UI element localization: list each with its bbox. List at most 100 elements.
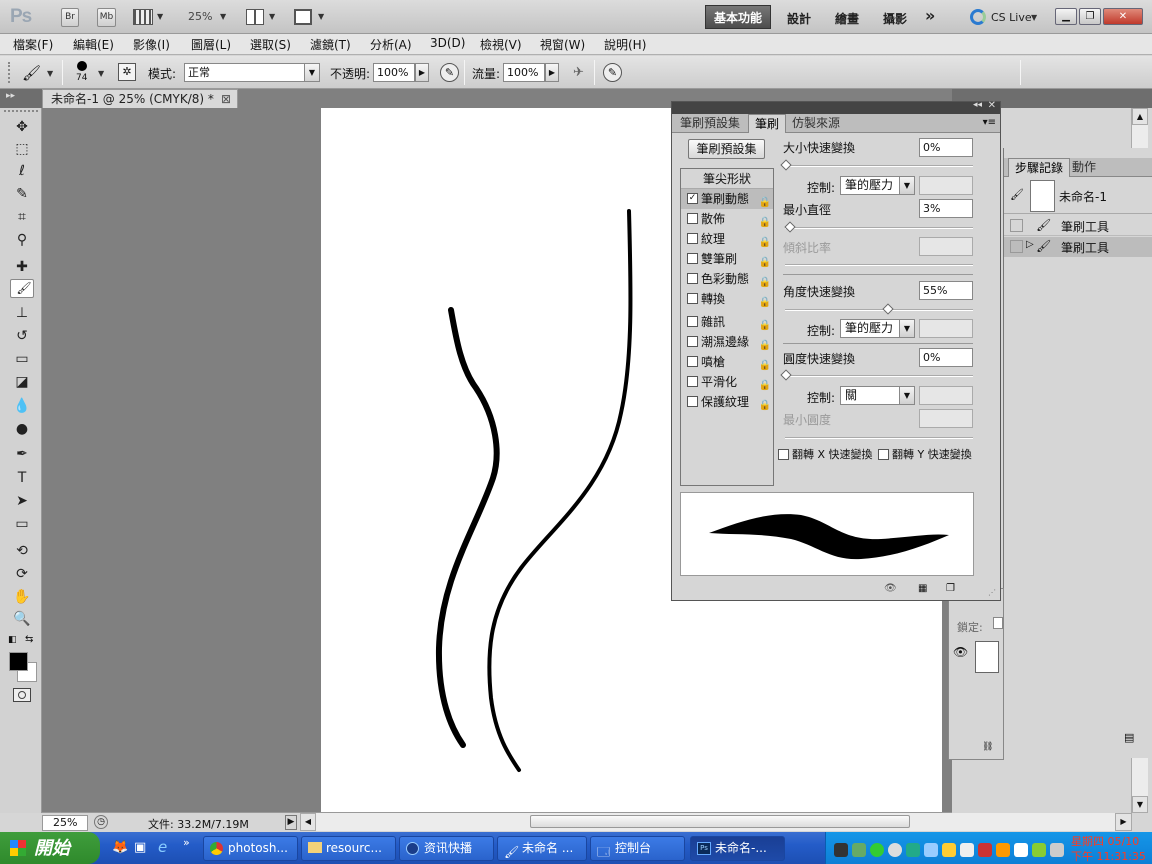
brush-tip-shape-item[interactable]: 筆尖形狀 xyxy=(681,169,773,189)
history-snapshot-row[interactable]: 🖌 未命名-1 xyxy=(1004,178,1152,214)
delete-state-icon[interactable]: ▤ xyxy=(1124,731,1134,744)
pen-tool-icon[interactable]: ✒ xyxy=(10,443,34,465)
eyedropper-tool-icon[interactable]: ⚲ xyxy=(10,229,34,251)
horizontal-scrollbar[interactable]: ◀ ▶ xyxy=(300,813,1132,831)
tab-brush[interactable]: 筆刷 xyxy=(748,114,787,133)
scroll-down-button[interactable]: ▼ xyxy=(1132,796,1148,813)
tray-app-icon[interactable] xyxy=(906,843,920,857)
menu-help[interactable]: 說明(H) xyxy=(604,36,646,53)
option-airbrush[interactable]: 噴槍 🔒 xyxy=(681,352,773,372)
panel-menu-icon[interactable]: ▾≡ xyxy=(983,117,996,128)
taskbar-item[interactable]: 🗔 控制台 xyxy=(590,836,685,861)
blur-tool-icon[interactable]: 💧 xyxy=(10,395,34,417)
swap-colors-icon[interactable]: ⇆ xyxy=(25,634,33,645)
menu-select[interactable]: 選取(S) xyxy=(250,36,291,53)
tray-app-icon[interactable] xyxy=(1032,843,1046,857)
roundness-jitter-slider[interactable] xyxy=(785,375,973,377)
tray-app-icon[interactable] xyxy=(870,843,884,857)
3d-orbit-tool-icon[interactable]: ⟳ xyxy=(10,563,34,585)
option-protect-texture[interactable]: 保護紋理 🔒 xyxy=(681,392,773,412)
history-brush-tool-icon[interactable]: ↺ xyxy=(10,325,34,347)
size-control-select[interactable]: 筆的壓力 ▼ xyxy=(840,176,915,195)
menu-file[interactable]: 檔案(F) xyxy=(13,36,53,53)
workspace-painting-button[interactable]: 繪畫 xyxy=(835,10,859,27)
brush-picker-dropdown-icon[interactable]: ▼ xyxy=(98,69,104,78)
hand-tool-icon[interactable]: ✋ xyxy=(10,586,34,608)
smoothing-checkbox[interactable] xyxy=(687,376,698,387)
brush-panel-toggle-icon[interactable]: ✲ xyxy=(118,63,136,81)
color-dynamics-checkbox[interactable] xyxy=(687,273,698,284)
history-item-current[interactable]: ▷ 🖌 筆刷工具 xyxy=(1004,237,1152,257)
history-state-slider-icon[interactable]: ▷ xyxy=(1026,239,1034,250)
flip-x-jitter[interactable]: 翻轉 X 快速變換 xyxy=(778,446,873,462)
taskbar-item-active[interactable]: Ps 未命名-... xyxy=(690,836,785,861)
resize-grip-icon[interactable]: ⋰ xyxy=(988,588,996,597)
create-new-brush-icon[interactable]: ❐ xyxy=(946,583,955,594)
tool-preset-dropdown-icon[interactable]: ▼ xyxy=(47,69,53,78)
texture-checkbox[interactable] xyxy=(687,233,698,244)
brush-panel-titlebar[interactable]: ◂◂ ✕ xyxy=(672,100,1000,114)
scroll-up-button[interactable]: ▲ xyxy=(1132,108,1148,125)
taskbar-item[interactable]: 🖌 未命名 ... xyxy=(497,836,587,861)
workspace-photography-button[interactable]: 攝影 xyxy=(883,10,907,27)
opacity-slider-button[interactable]: ▶ xyxy=(415,63,429,82)
flip-x-checkbox[interactable] xyxy=(778,448,789,460)
shape-dynamics-checkbox[interactable]: ✓ xyxy=(687,193,698,204)
menu-layer[interactable]: 圖層(L) xyxy=(191,36,231,53)
min-diameter-slider-thumb[interactable] xyxy=(784,221,796,233)
tray-app-icon[interactable] xyxy=(924,843,938,857)
history-item[interactable]: 🖌 筆刷工具 xyxy=(1004,216,1152,236)
flip-y-jitter[interactable]: 翻轉 Y 快速變換 xyxy=(878,446,972,462)
size-jitter-input[interactable]: 0% xyxy=(919,138,973,157)
lock-transparent-icon[interactable] xyxy=(993,617,1003,629)
arrange-dropdown-icon[interactable]: ▼ xyxy=(269,12,275,21)
option-transfer[interactable]: 轉換 🔒 xyxy=(681,289,773,309)
arrange-documents-icon[interactable] xyxy=(246,9,264,25)
zoom-dropdown-icon[interactable]: ▼ xyxy=(220,12,226,21)
transfer-checkbox[interactable] xyxy=(687,293,698,304)
option-dual-brush[interactable]: 雙筆刷 🔒 xyxy=(681,249,773,269)
minimize-button[interactable]: ▁ xyxy=(1055,8,1077,25)
tray-app-icon[interactable] xyxy=(852,843,866,857)
blend-mode-dropdown-icon[interactable]: ▼ xyxy=(304,63,320,82)
size-jitter-slider-thumb[interactable] xyxy=(780,159,792,171)
option-noise[interactable]: 雜訊 🔒 xyxy=(681,312,773,332)
option-shape-dynamics[interactable]: ✓ 筆刷動態 🔒 xyxy=(681,189,773,209)
status-menu-arrow-icon[interactable]: ▶ xyxy=(285,815,297,830)
horizontal-scroll-thumb[interactable] xyxy=(530,815,910,828)
default-colors-icon[interactable]: ◧ xyxy=(8,635,17,645)
toggle-live-tip-preview-icon[interactable]: 👁 xyxy=(884,583,897,594)
tray-app-icon[interactable] xyxy=(834,843,848,857)
layer-thumbnail[interactable] xyxy=(975,641,999,673)
option-color-dynamics[interactable]: 色彩動態 🔒 xyxy=(681,269,773,289)
screen-mode-dropdown-icon[interactable]: ▼ xyxy=(318,12,324,21)
tray-app-icon[interactable] xyxy=(1014,843,1028,857)
scattering-checkbox[interactable] xyxy=(687,213,698,224)
history-source-brush-icon[interactable]: 🖌 xyxy=(1010,188,1024,201)
size-jitter-slider[interactable] xyxy=(785,165,973,167)
view-extras-icon[interactable] xyxy=(133,9,153,25)
collapse-panel-icon[interactable]: ◂◂ xyxy=(973,100,982,110)
firefox-quicklaunch-icon[interactable]: 🦊 xyxy=(112,840,128,855)
menu-image[interactable]: 影像(I) xyxy=(133,36,170,53)
panel-collapse-icon[interactable]: ▸▸ xyxy=(6,91,15,101)
healing-brush-tool-icon[interactable]: ✚ xyxy=(10,256,34,278)
status-info-icon[interactable]: ◷ xyxy=(94,815,108,829)
tray-app-icon[interactable] xyxy=(978,843,992,857)
tab-brush-presets[interactable]: 筆刷預設集 xyxy=(674,114,746,133)
tablet-pressure-opacity-icon[interactable]: ✎ xyxy=(440,63,459,82)
angle-jitter-input[interactable]: 55% xyxy=(919,281,973,300)
taskbar-item[interactable]: resourc... xyxy=(301,836,396,861)
screen-mode-icon[interactable] xyxy=(294,9,312,25)
airbrush-checkbox[interactable] xyxy=(687,356,698,367)
roundness-jitter-slider-thumb[interactable] xyxy=(780,369,792,381)
start-button[interactable]: 開始 xyxy=(0,832,100,864)
dual-brush-checkbox[interactable] xyxy=(687,253,698,264)
move-tool-icon[interactable]: ✥ xyxy=(10,116,34,138)
flow-slider-button[interactable]: ▶ xyxy=(545,63,559,82)
path-selection-tool-icon[interactable]: ➤ xyxy=(10,490,34,512)
wet-edges-checkbox[interactable] xyxy=(687,336,698,347)
layer-visibility-eye-icon[interactable]: 👁 xyxy=(953,645,968,659)
menu-filter[interactable]: 濾鏡(T) xyxy=(310,36,351,53)
3d-rotate-tool-icon[interactable]: ⟲ xyxy=(10,540,34,562)
